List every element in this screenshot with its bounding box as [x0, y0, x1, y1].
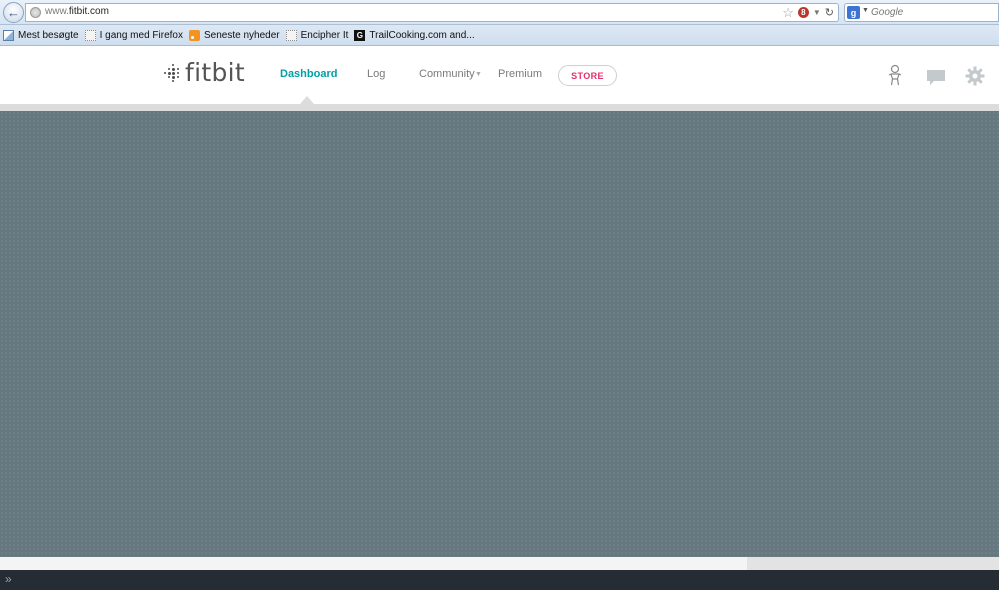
settings-gear-icon[interactable]: [965, 65, 985, 87]
address-bar[interactable]: www.fitbit.com ☆ 8 ▼ ↻: [25, 3, 839, 22]
store-button[interactable]: STORE: [558, 65, 617, 86]
rss-feed-icon: [188, 29, 200, 41]
addon-bar: »: [0, 570, 999, 590]
bookmark-page-icon: [285, 29, 297, 41]
back-button[interactable]: ←: [3, 2, 24, 23]
avatar-icon[interactable]: [885, 64, 905, 86]
bookmark-page-icon: [84, 29, 96, 41]
dashboard-content-area: [0, 111, 999, 557]
bookmark-label: TrailCooking.com and...: [369, 29, 475, 41]
bookmark-label: Encipher It: [300, 29, 349, 41]
fitbit-logo[interactable]: fitbit: [162, 60, 245, 85]
url-domain: fitbit.com: [68, 6, 109, 17]
ghostery-icon[interactable]: 8: [797, 7, 809, 18]
nav-premium[interactable]: Premium: [498, 68, 542, 80]
bookmark-label: Mest besøgte: [18, 29, 79, 41]
bookmark-most-visited[interactable]: Mest besøgte: [3, 25, 79, 46]
expand-icon[interactable]: »: [5, 573, 12, 585]
trailcooking-g-icon: G: [354, 29, 366, 41]
reload-icon[interactable]: ↻: [825, 6, 834, 19]
history-dropdown-icon[interactable]: ▼: [813, 8, 821, 17]
browser-toolbar: ← www.fitbit.com ☆ 8 ▼ ↻ g ▼ Google: [0, 0, 999, 25]
bookmark-encipher-it[interactable]: Encipher It: [285, 25, 349, 46]
site-header: fitbit Dashboard Log Community ▼ Premium…: [0, 46, 999, 104]
bookmark-trailcooking[interactable]: G TrailCooking.com and...: [354, 25, 475, 46]
messages-icon[interactable]: [926, 67, 946, 89]
nav-dashboard[interactable]: Dashboard: [280, 68, 337, 80]
nav-community[interactable]: Community: [419, 68, 475, 80]
active-tab-pointer: [300, 96, 314, 104]
back-arrow-icon: ←: [7, 5, 20, 20]
bookmarks-toolbar: Mest besøgte I gang med Firefox Seneste …: [0, 25, 999, 46]
search-placeholder: Google: [871, 7, 904, 18]
most-visited-icon: [3, 29, 14, 41]
bookmark-getting-started[interactable]: I gang med Firefox: [84, 25, 183, 46]
site-identity-icon[interactable]: [30, 7, 41, 18]
bookmark-label: Seneste nyheder: [203, 29, 280, 41]
horizontal-scrollbar[interactable]: [747, 557, 999, 570]
google-engine-icon[interactable]: g: [847, 6, 860, 19]
search-box[interactable]: g ▼ Google: [844, 3, 999, 22]
logo-text: fitbit: [185, 58, 245, 87]
engine-dropdown-icon[interactable]: ▼: [862, 7, 869, 14]
nav-log[interactable]: Log: [367, 68, 385, 80]
bookmark-label: I gang med Firefox: [99, 29, 183, 41]
bookmark-latest-news[interactable]: Seneste nyheder: [188, 25, 280, 46]
header-divider: [0, 104, 999, 111]
chevron-down-icon[interactable]: ▼: [475, 71, 482, 78]
bookmark-star-icon[interactable]: ☆: [782, 6, 794, 19]
url-text[interactable]: www.fitbit.com: [45, 6, 109, 17]
fitbit-dots-icon: [162, 63, 180, 82]
url-prefix: www.: [45, 6, 69, 17]
